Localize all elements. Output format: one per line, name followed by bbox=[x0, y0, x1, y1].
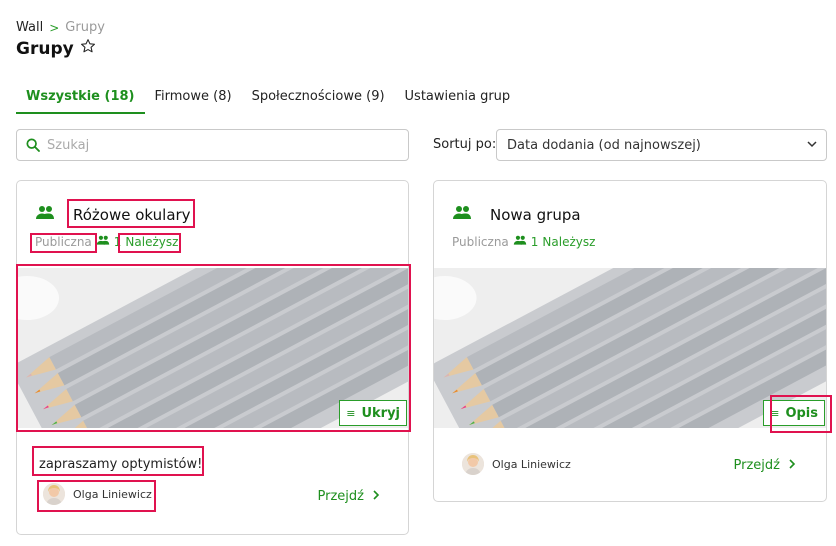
show-description-button[interactable]: ≡ Opis bbox=[763, 400, 825, 426]
tab-community[interactable]: Społecznościowe (9) bbox=[242, 84, 395, 114]
membership-status: Należysz bbox=[542, 235, 596, 249]
group-cover-image: ≡ Ukryj bbox=[17, 268, 408, 428]
tab-bar: Wszystkie (18) Firmowe (8) Społecznościo… bbox=[16, 84, 520, 114]
avatar bbox=[43, 483, 65, 505]
group-meta: Publiczna 1 Należysz bbox=[35, 235, 178, 249]
members-info: 1 Należysz bbox=[513, 235, 596, 249]
group-cover-image: ≡ Opis bbox=[434, 268, 826, 428]
tab-company[interactable]: Firmowe (8) bbox=[145, 84, 242, 114]
group-card: Różowe okulary Publiczna 1 Należysz ≡ Uk… bbox=[16, 180, 409, 535]
breadcrumb: Wall > Grupy bbox=[16, 20, 105, 35]
sort-selected-value: Data dodania (od najnowszej) bbox=[507, 137, 701, 153]
sort-select[interactable]: Data dodania (od najnowszej) bbox=[496, 129, 827, 161]
list-icon: ≡ bbox=[346, 406, 356, 420]
go-to-group-link[interactable]: Przejdź bbox=[734, 458, 796, 473]
breadcrumb-separator: > bbox=[49, 20, 60, 35]
hide-description-button[interactable]: ≡ Ukryj bbox=[339, 400, 407, 426]
members-count: 1 bbox=[530, 235, 539, 249]
chevron-right-icon bbox=[372, 489, 380, 504]
page-title: Grupy bbox=[16, 38, 74, 59]
avatar bbox=[462, 453, 484, 475]
author-name: Olga Liniewicz bbox=[492, 457, 571, 471]
group-title[interactable]: Różowe okulary bbox=[73, 206, 191, 224]
hide-description-label: Ukryj bbox=[361, 405, 400, 421]
group-meta: Publiczna 1 Należysz bbox=[452, 235, 595, 249]
group-description: zapraszamy optymistów! bbox=[39, 457, 203, 472]
group-author[interactable]: Olga Liniewicz bbox=[43, 483, 152, 505]
chevron-down-icon bbox=[806, 138, 818, 153]
go-to-group-link[interactable]: Przejdź bbox=[318, 489, 380, 504]
page-title-row: Grupy bbox=[16, 38, 96, 59]
group-icon bbox=[452, 205, 472, 221]
group-title[interactable]: Nowa grupa bbox=[490, 206, 581, 224]
tab-all[interactable]: Wszystkie (18) bbox=[16, 84, 145, 114]
search-icon bbox=[25, 136, 43, 154]
author-name: Olga Liniewicz bbox=[73, 487, 152, 501]
go-to-group-label: Przejdź bbox=[733, 458, 780, 473]
group-author[interactable]: Olga Liniewicz bbox=[462, 453, 571, 475]
visibility-label: Publiczna bbox=[452, 235, 509, 249]
members-icon bbox=[513, 235, 527, 249]
members-count: 1 bbox=[113, 235, 122, 249]
star-outline-icon[interactable] bbox=[80, 38, 96, 59]
search-box bbox=[16, 129, 409, 161]
list-icon: ≡ bbox=[770, 406, 780, 420]
sort-label: Sortuj po: bbox=[433, 137, 497, 152]
breadcrumb-current: Grupy bbox=[65, 20, 105, 35]
membership-status: Należysz bbox=[125, 235, 179, 249]
group-card: Nowa grupa Publiczna 1 Należysz ≡ Opis O… bbox=[433, 180, 827, 502]
members-info: 1 Należysz bbox=[96, 235, 179, 249]
chevron-right-icon bbox=[788, 458, 796, 473]
show-description-label: Opis bbox=[785, 405, 818, 421]
group-icon bbox=[35, 205, 55, 221]
members-icon bbox=[96, 235, 110, 249]
visibility-label: Publiczna bbox=[35, 235, 92, 249]
breadcrumb-root[interactable]: Wall bbox=[16, 20, 43, 35]
go-to-group-label: Przejdź bbox=[317, 489, 364, 504]
tab-group-settings[interactable]: Ustawienia grup bbox=[395, 84, 521, 114]
search-input[interactable] bbox=[47, 137, 387, 153]
